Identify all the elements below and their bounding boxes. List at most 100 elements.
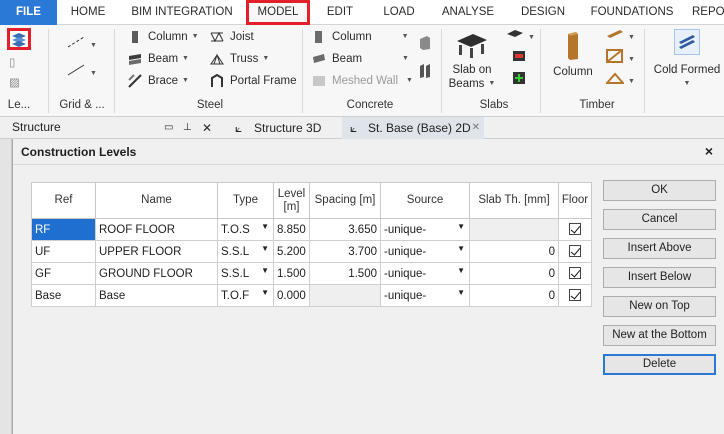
cell-slab-thickness[interactable]: 0 [469,240,559,263]
portal-frame-button[interactable]: Portal Frame [210,71,296,91]
close-icon[interactable]: ✕ [202,118,212,138]
levels-small-icon-1[interactable]: ▯ [9,53,15,73]
column-header-level[interactable]: Level [m] [273,182,310,219]
column-header-floor[interactable]: Floor [558,182,592,219]
tab-more[interactable]: REPO [692,0,724,25]
delete-button[interactable]: Delete [603,354,716,375]
tab-load[interactable]: LOAD [376,0,422,25]
tab-analyse[interactable]: ANALYSE [436,0,500,25]
tab-foundations[interactable]: FOUNDATIONS [586,0,678,25]
structure-3d-icon: ⟀ [235,121,243,135]
cell-slab-thickness[interactable]: 0 [469,262,559,285]
cell-level[interactable]: 1.500 [273,262,310,285]
new-at-bottom-button[interactable]: New at the Bottom [603,325,716,346]
timber-beam-button[interactable]: ▼ [606,27,635,47]
new-on-top-button[interactable]: New on Top [603,296,716,317]
cancel-button[interactable]: Cancel [603,209,716,230]
slab-tool-button-2[interactable] [512,49,526,69]
cell-type-dropdown[interactable]: S.S.L ▼ [217,240,274,263]
column-header-spacing[interactable]: Spacing [m] [309,182,381,219]
tab-home[interactable]: HOME [62,0,114,25]
cell-spacing[interactable]: 3.650 [309,218,381,241]
steel-beam-button[interactable]: Beam ▼ [128,49,189,69]
joist-button[interactable]: Joist [210,27,254,47]
cell-floor[interactable] [558,284,592,307]
truss-button[interactable]: Truss ▼ [210,49,269,69]
grid-arc-button[interactable]: ▼ [66,63,97,83]
floor-checkbox[interactable] [569,245,581,258]
cell-name[interactable]: Base [95,284,218,307]
cell-ref[interactable]: GF [31,262,96,285]
plan-2d-icon: ⟀ [350,121,358,135]
table-row[interactable]: RF ROOF FLOOR T.O.S ▼ 8.850 3.650 -unique… [31,218,592,241]
cell-level[interactable]: 5.200 [273,240,310,263]
cell-slab-thickness[interactable] [469,218,559,241]
table-row[interactable]: GF GROUND FLOOR S.S.L ▼ 1.500 1.500 -uniq… [31,262,592,285]
steel-column-button[interactable]: Column ▼ [128,27,199,47]
timber-brace-button[interactable]: ▼ [606,49,635,69]
slab-tool-button-1[interactable]: ▼ [506,27,535,47]
tab-file[interactable]: FILE [0,0,57,25]
insert-above-button[interactable]: Insert Above [603,238,716,259]
cell-ref[interactable]: RF [31,218,96,241]
column-header-source[interactable]: Source [380,182,470,219]
cell-spacing[interactable]: 1.500 [309,262,381,285]
tab-bim-integration[interactable]: BIM INTEGRATION [128,0,236,25]
tab-design[interactable]: DESIGN [514,0,572,25]
cell-floor[interactable] [558,262,592,285]
levels-small-icon-2[interactable]: ▨ [9,73,20,93]
slab-on-beams-button[interactable]: Slab on Beams ▼ [446,31,498,91]
cell-ref[interactable]: UF [31,240,96,263]
concrete-tool-button-1[interactable] [418,35,432,55]
ok-button[interactable]: OK [603,180,716,201]
tab-edit[interactable]: EDIT [318,0,362,25]
dialog-close-icon[interactable]: × [705,143,713,159]
insert-below-button[interactable]: Insert Below [603,267,716,288]
timber-truss-button[interactable]: ▼ [604,71,635,91]
cell-level[interactable]: 8.850 [273,218,310,241]
concrete-beam-button[interactable]: Beam ▼ [312,49,409,69]
concrete-tool-button-2[interactable] [418,63,432,83]
tab-base-2d[interactable]: ⟀ St. Base (Base) 2D ✕ [342,117,484,139]
meshed-wall-button[interactable]: Meshed Wall ▼ [312,71,413,91]
tab-model[interactable]: MODEL [246,0,310,25]
cell-level[interactable]: 0.000 [273,284,310,307]
grid-line-button[interactable]: ▼ [66,35,97,55]
tab-close-icon[interactable]: ✕ [472,117,480,139]
construction-levels-dialog: Construction Levels × Ref Name Type Leve… [12,139,724,434]
cell-type-dropdown[interactable]: T.O.F ▼ [217,284,274,307]
window-menu-icon[interactable]: ▭ [164,118,173,138]
floor-checkbox[interactable] [569,289,581,302]
cell-source-dropdown[interactable]: -unique- ▼ [380,240,470,263]
cell-ref[interactable]: Base [31,284,96,307]
steel-brace-button[interactable]: Brace ▼ [128,71,189,91]
cold-formed-button[interactable]: Cold Formed ▼ [650,29,724,91]
table-row[interactable]: UF UPPER FLOOR S.S.L ▼ 5.200 3.700 -uniqu… [31,240,592,263]
concrete-column-button[interactable]: Column ▼ [312,27,409,47]
column-header-slab-thickness[interactable]: Slab Th. [mm] [469,182,559,219]
timber-column-button[interactable]: Column [550,31,596,79]
cell-source-dropdown[interactable]: -unique- ▼ [380,262,470,285]
tab-structure-3d[interactable]: ⟀ Structure 3D [228,117,336,139]
cell-name[interactable]: UPPER FLOOR [95,240,218,263]
cell-source-dropdown[interactable]: -unique- ▼ [380,218,470,241]
column-header-ref[interactable]: Ref [31,182,96,219]
cell-name[interactable]: GROUND FLOOR [95,262,218,285]
construction-levels-button[interactable] [7,28,31,50]
cell-spacing[interactable]: 3.700 [309,240,381,263]
cell-floor[interactable] [558,218,592,241]
cell-type-dropdown[interactable]: S.S.L ▼ [217,262,274,285]
floor-checkbox[interactable] [569,223,581,236]
cell-source-dropdown[interactable]: -unique- ▼ [380,284,470,307]
column-header-name[interactable]: Name [95,182,218,219]
floor-checkbox[interactable] [569,267,581,280]
slab-tool-button-3[interactable] [512,71,526,91]
cell-name[interactable]: ROOF FLOOR [95,218,218,241]
cell-slab-thickness[interactable]: 0 [469,284,559,307]
pin-icon[interactable]: ⊥ [183,118,192,138]
column-header-type[interactable]: Type [217,182,274,219]
cell-spacing[interactable] [309,284,381,307]
table-row[interactable]: Base Base T.O.F ▼ 0.000 -unique- ▼ 0 [31,284,592,307]
cell-type-dropdown[interactable]: T.O.S ▼ [217,218,274,241]
cell-floor[interactable] [558,240,592,263]
